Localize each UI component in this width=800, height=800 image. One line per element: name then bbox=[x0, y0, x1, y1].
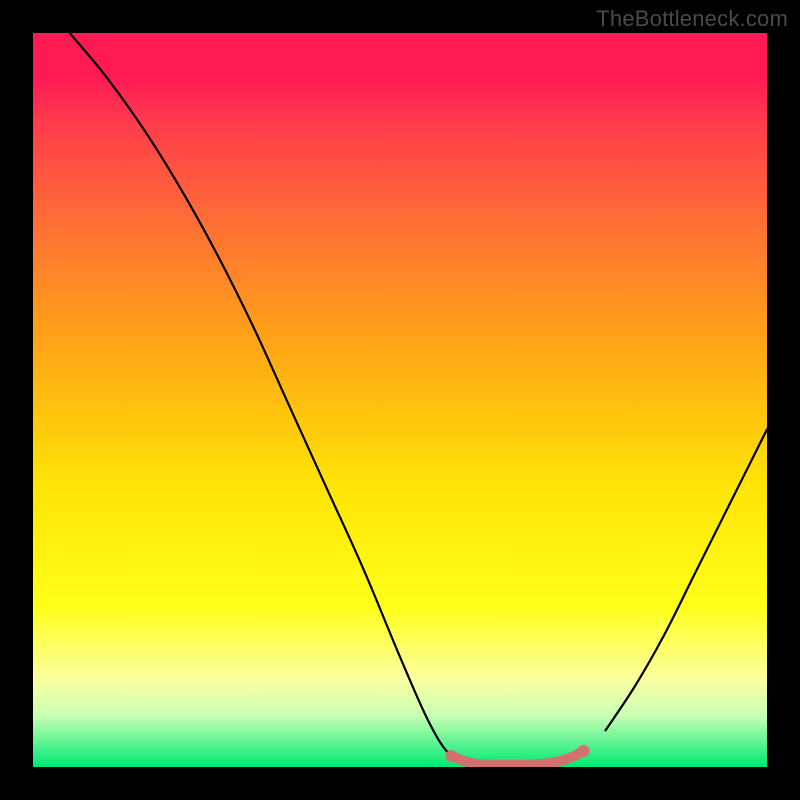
bottleneck-valley-highlight bbox=[451, 751, 583, 765]
chart-frame: TheBottleneck.com bbox=[0, 0, 800, 800]
bottleneck-left-curve bbox=[70, 33, 475, 764]
highlight-start-dot bbox=[445, 750, 457, 762]
plot-area bbox=[33, 33, 767, 767]
highlight-end-dot bbox=[578, 745, 590, 757]
watermark-text: TheBottleneck.com bbox=[596, 6, 788, 32]
curve-layer bbox=[33, 33, 767, 767]
bottleneck-right-curve bbox=[606, 429, 767, 730]
